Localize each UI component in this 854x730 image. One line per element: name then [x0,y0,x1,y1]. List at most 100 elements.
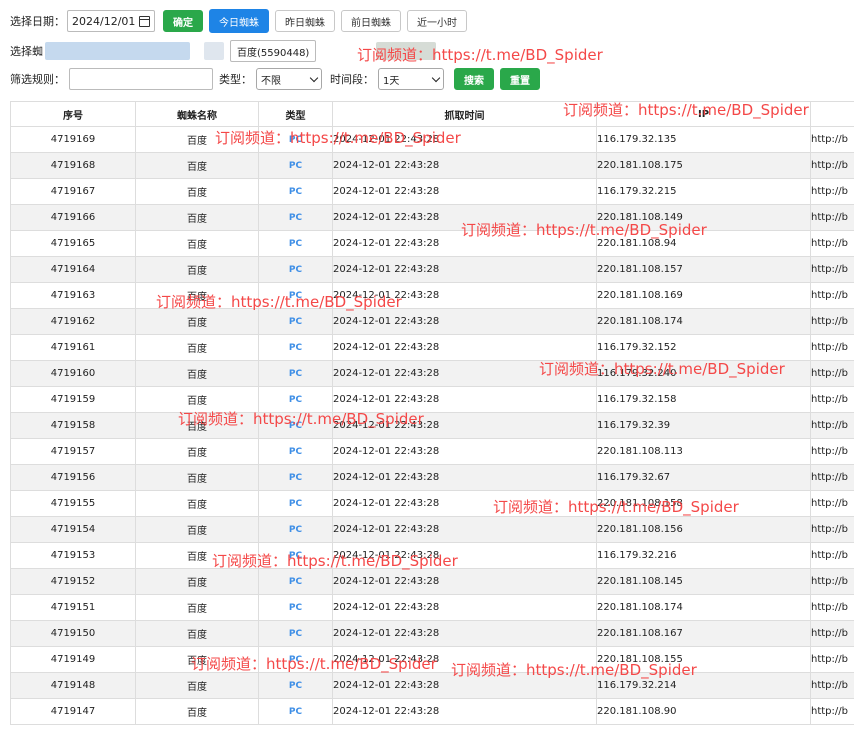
cell-crawl-time: 2024-12-01 22:43:28 [332,568,597,595]
cell-url[interactable]: http://b [810,256,854,283]
cell-ip: 220.181.108.169 [596,282,811,309]
table-row: 4719163 百度 PC 2024-12-01 22:43:28 220.181.10… [10,282,854,309]
cell-url[interactable]: http://b [810,672,854,699]
cell-id: 4719147 [10,698,136,725]
cell-type: PC [258,490,333,517]
cell-spider-name: 百度 [135,698,259,725]
type-select[interactable]: 不限 [256,68,322,90]
cell-url[interactable]: http://b [810,646,854,673]
cell-id: 4719163 [10,282,136,309]
table-row: 4719161 百度 PC 2024-12-01 22:43:28 116.179.32… [10,334,854,361]
cell-crawl-time: 2024-12-01 22:43:28 [332,698,597,725]
cell-url[interactable]: http://b [810,360,854,387]
table-row: 4719165 百度 PC 2024-12-01 22:43:28 220.181.10… [10,230,854,257]
header-type: 类型 [258,101,333,127]
date-input[interactable]: 2024/12/01 [67,10,155,32]
yesterday-spider-button[interactable]: 昨日蜘蛛 [275,10,335,32]
calendar-icon[interactable] [139,15,150,27]
cell-url[interactable]: http://b [810,698,854,725]
cell-id: 4719166 [10,204,136,231]
cell-type: PC [258,308,333,335]
date-toolbar: 选择日期： 2024/12/01 确定 今日蜘蛛 昨日蜘蛛 前日蜘蛛 近一小时 [10,9,467,33]
period-select-value: 1天 [383,75,400,87]
confirm-button[interactable]: 确定 [163,10,203,32]
cell-id: 4719157 [10,438,136,465]
cell-ip: 116.179.32.135 [596,126,811,153]
cell-url[interactable]: http://b [810,178,854,205]
cell-url[interactable]: http://b [810,412,854,439]
cell-ip: 116.179.32.216 [596,542,811,569]
cell-crawl-time: 2024-12-01 22:43:28 [332,464,597,491]
cell-type: PC [258,516,333,543]
watermark-text: 订阅频道：https://t.me/BD_Spider [461,221,707,239]
cell-spider-name: 百度 [135,256,259,283]
period-select[interactable]: 1天 [378,68,444,90]
cell-spider-name: 百度 [135,516,259,543]
cell-spider-name: 百度 [135,178,259,205]
cell-crawl-time: 2024-12-01 22:43:28 [332,594,597,621]
table-row: 4719166 百度 PC 2024-12-01 22:43:28 220.181.10… [10,204,854,231]
cell-id: 4719156 [10,464,136,491]
table-row: 4719162 百度 PC 2024-12-01 22:43:28 220.181.10… [10,308,854,335]
spider-label: 选择蜘 [10,45,43,58]
cell-spider-name: 百度 [135,672,259,699]
cell-id: 4719153 [10,542,136,569]
watermark-text: 订阅频道：https://t.me/BD_Spider [563,101,809,119]
spider-select[interactable]: 百度(5590448) [230,40,317,62]
header-spider-name: 蜘蛛名称 [135,101,259,127]
table-row: 4719159 百度 PC 2024-12-01 22:43:28 116.179.32… [10,386,854,413]
cell-url[interactable]: http://b [810,490,854,517]
cell-ip: 220.181.108.145 [596,568,811,595]
reset-button[interactable]: 重置 [500,68,540,90]
cell-url[interactable]: http://b [810,594,854,621]
cell-url[interactable]: http://b [810,464,854,491]
cell-id: 4719150 [10,620,136,647]
cell-ip: 220.181.108.90 [596,698,811,725]
watermark-text: 订阅频道：https://t.me/BD_Spider [212,552,458,570]
cell-url[interactable]: http://b [810,126,854,153]
cell-spider-name: 百度 [135,464,259,491]
cell-type: PC [258,698,333,725]
cell-ip: 220.181.108.157 [596,256,811,283]
filter-label: 筛选规则： [10,73,65,86]
cell-type: PC [258,152,333,179]
table-row: 4719151 百度 PC 2024-12-01 22:43:28 220.181.10… [10,594,854,621]
cell-crawl-time: 2024-12-01 22:43:28 [332,256,597,283]
watermark-text: 订阅频道：https://t.me/BD_Spider [357,46,603,64]
cell-spider-name: 百度 [135,230,259,257]
table-body: 4719169 百度 PC 2024-12-01 22:43:28 116.179.32… [10,126,854,725]
cell-id: 4719158 [10,412,136,439]
table-row: 4719167 百度 PC 2024-12-01 22:43:28 116.179.32… [10,178,854,205]
cell-url[interactable]: http://b [810,620,854,647]
daybefore-spider-button[interactable]: 前日蜘蛛 [341,10,401,32]
cell-ip: 220.181.108.174 [596,308,811,335]
cell-url[interactable]: http://b [810,230,854,257]
date-value: 2024/12/01 [72,14,136,28]
table-row: 4719158 百度 PC 2024-12-01 22:43:28 116.179.32… [10,412,854,439]
filter-input[interactable] [69,68,213,90]
cell-crawl-time: 2024-12-01 22:43:28 [332,178,597,205]
cell-url[interactable]: http://b [810,282,854,309]
search-button[interactable]: 搜索 [454,68,494,90]
cell-url[interactable]: http://b [810,334,854,361]
cell-spider-name: 百度 [135,360,259,387]
cell-url[interactable]: http://b [810,204,854,231]
cell-type: PC [258,438,333,465]
header-id: 序号 [10,101,136,127]
cell-type: PC [258,672,333,699]
cell-url[interactable]: http://b [810,308,854,335]
cell-url[interactable]: http://b [810,438,854,465]
cell-crawl-time: 2024-12-01 22:43:28 [332,152,597,179]
table-row: 4719154 百度 PC 2024-12-01 22:43:28 220.181.10… [10,516,854,543]
cell-url[interactable]: http://b [810,386,854,413]
today-spider-button[interactable]: 今日蜘蛛 [209,9,269,33]
cell-url[interactable]: http://b [810,516,854,543]
cell-url[interactable]: http://b [810,152,854,179]
cell-type: PC [258,360,333,387]
cell-id: 4719168 [10,152,136,179]
cell-url[interactable]: http://b [810,568,854,595]
cell-spider-name: 百度 [135,594,259,621]
last-hour-button[interactable]: 近一小时 [407,10,467,32]
cell-url[interactable]: http://b [810,542,854,569]
cell-type: PC [258,594,333,621]
